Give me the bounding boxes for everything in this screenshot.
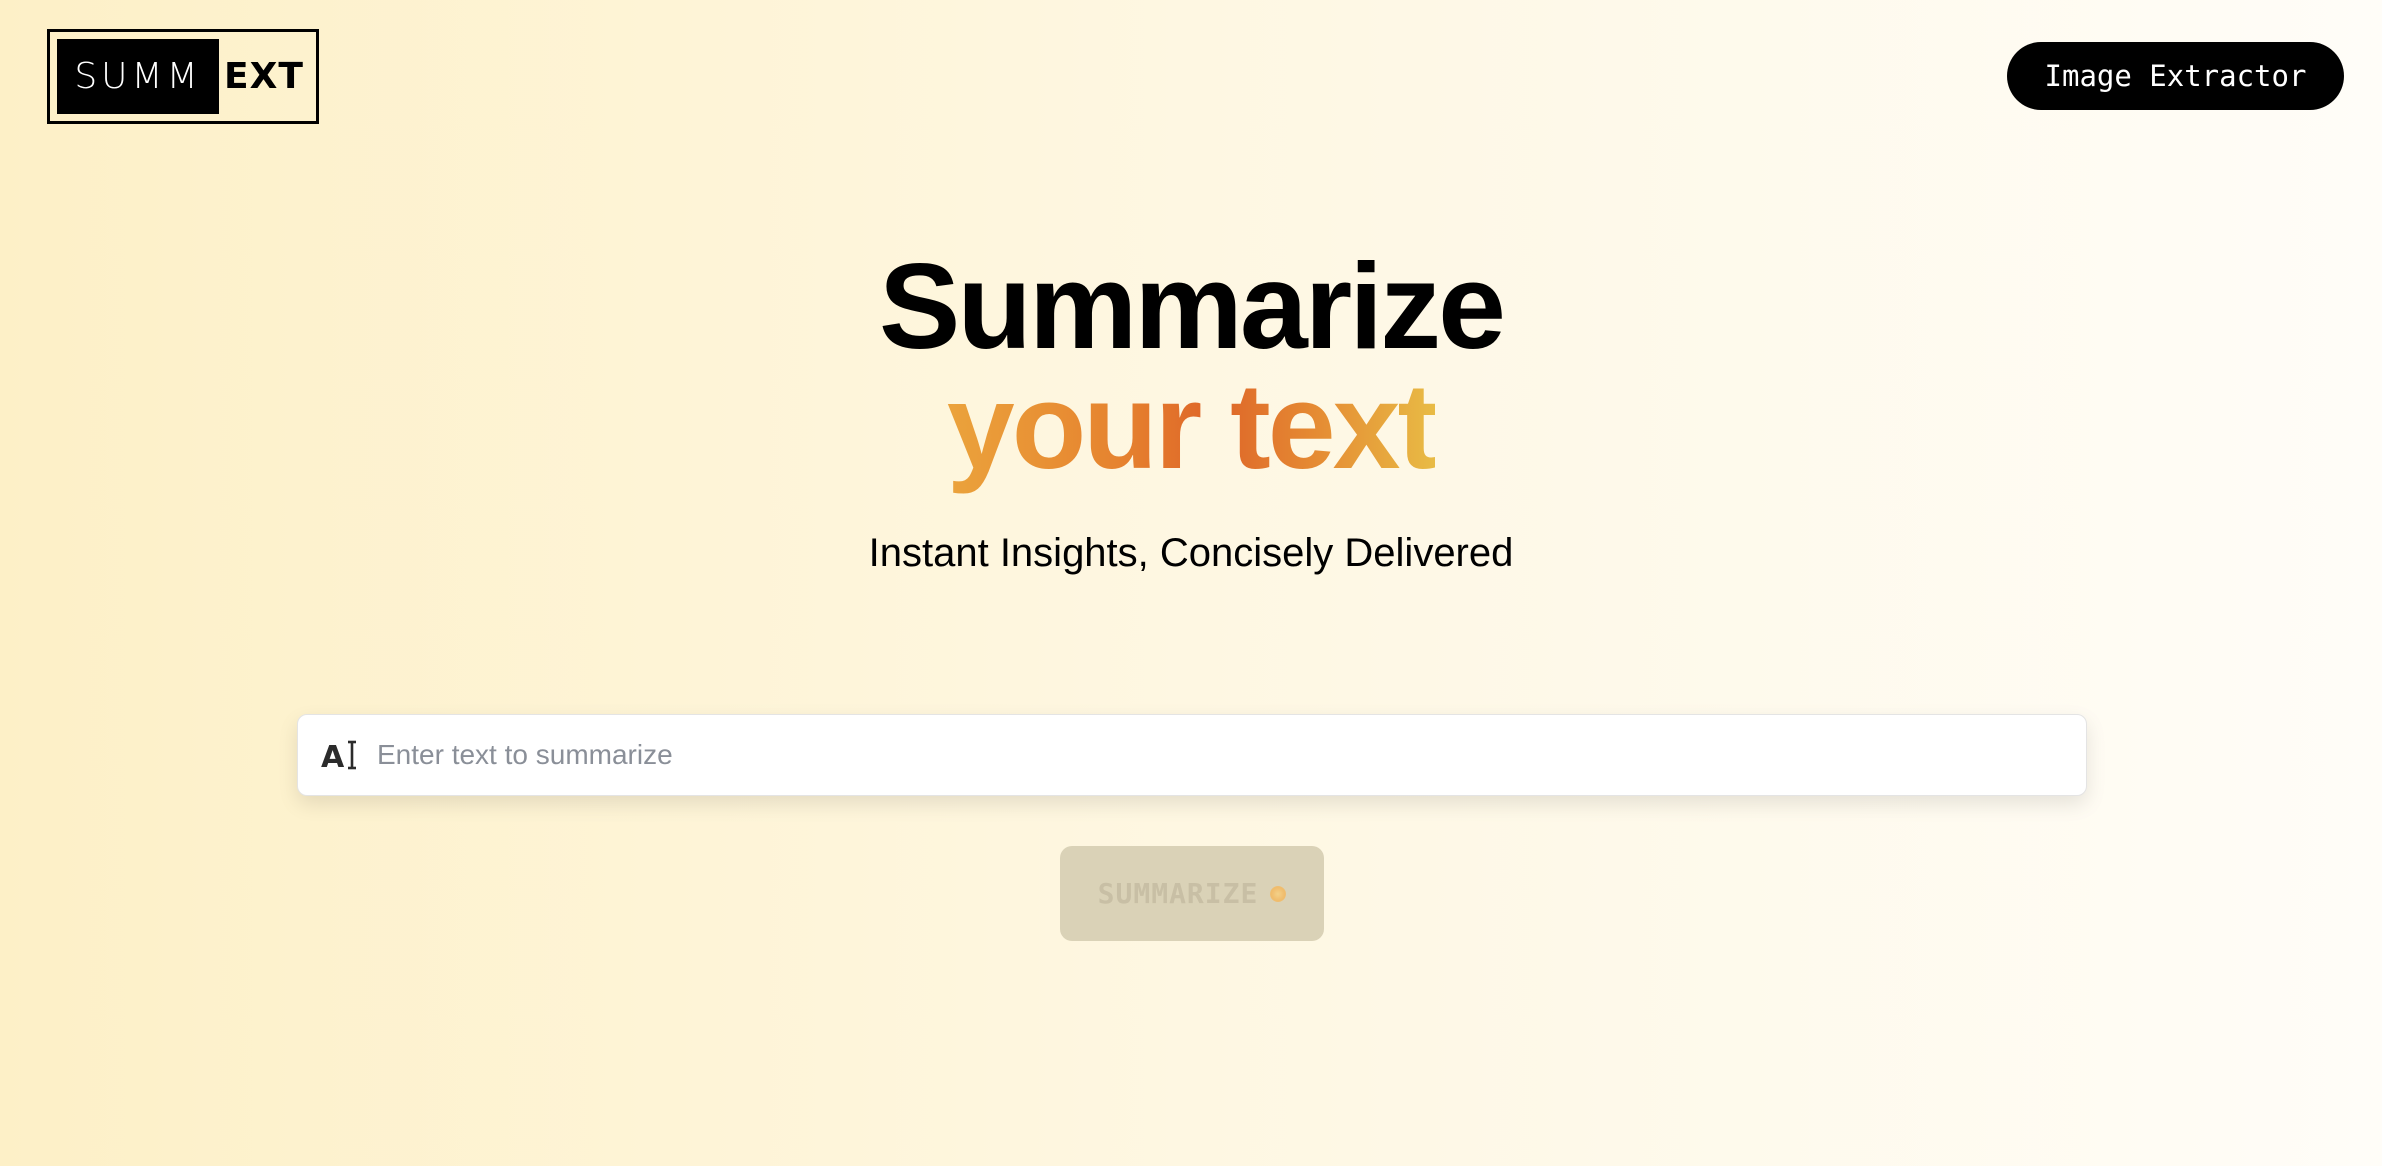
sparkle-icon — [1270, 885, 1287, 902]
svg-text:A: A — [321, 740, 345, 773]
text-cursor-icon: A — [321, 740, 356, 773]
logo-right-text: EXT — [224, 56, 304, 97]
hero-title: Summarize — [879, 238, 1506, 374]
summarize-input-container: A — [297, 714, 2087, 796]
image-extractor-button[interactable]: Image Extractor — [2007, 42, 2344, 110]
summarize-button-label: SUMMARIZE — [1097, 877, 1259, 910]
logo-left-block: SUMM — [57, 39, 219, 114]
hero-accent: your text — [0, 365, 2382, 487]
brand-logo[interactable]: SUMM EXT — [47, 29, 319, 124]
tagline: Instant Insights, Concisely Delivered — [868, 531, 1514, 575]
hero-accent-text: your text — [946, 358, 1438, 494]
summarize-button[interactable]: SUMMARIZE — [1060, 846, 1324, 941]
summarize-text-input[interactable] — [377, 725, 2086, 785]
